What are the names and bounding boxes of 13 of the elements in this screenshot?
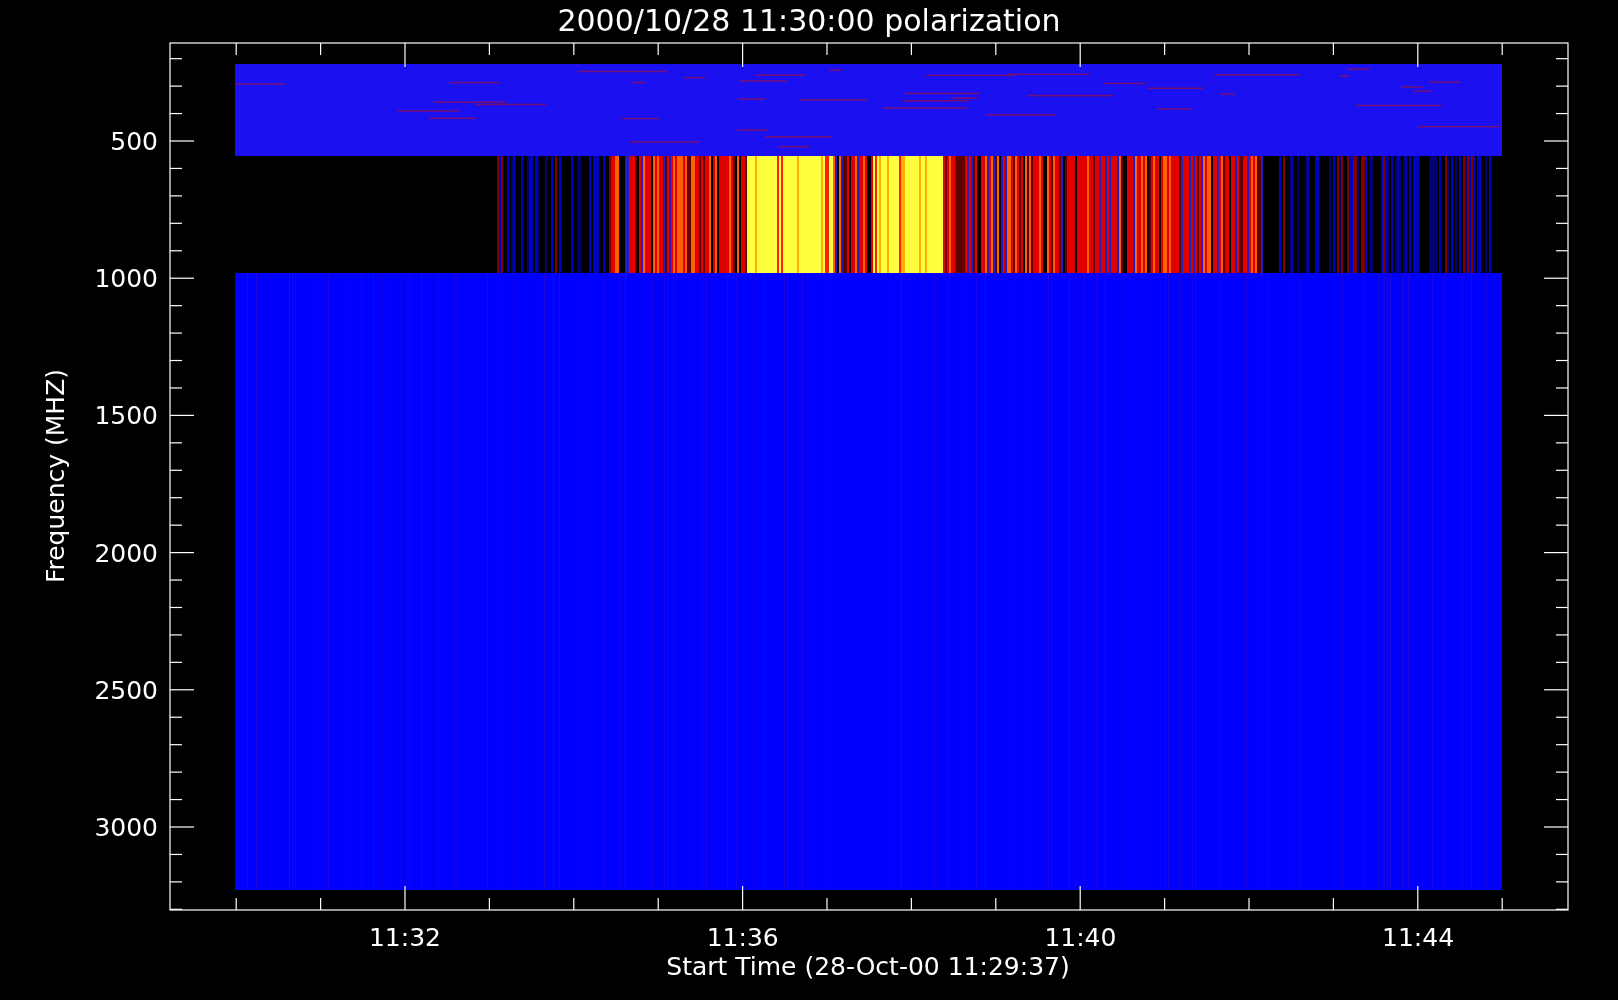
tick-label: 2500 [94,675,158,705]
axis-label: Frequency (MHZ) [41,368,70,584]
tick-label: 3000 [94,813,158,842]
tick-label: 1500 [94,401,158,431]
chart-title: 2000/10/28 11:30:00 polarization [557,3,1061,38]
tick-label: 11:32 [369,923,441,952]
tick-label: 11:40 [1044,923,1117,952]
tick-label: 500 [110,127,158,156]
tick-label: 11:44 [1382,923,1455,952]
tick-label: 1000 [94,264,158,294]
tick-label: 2000 [94,538,158,568]
tick-label: 11:36 [706,923,779,952]
axis-label: Start Time (28-Oct-00 11:29:37) [666,952,1070,981]
